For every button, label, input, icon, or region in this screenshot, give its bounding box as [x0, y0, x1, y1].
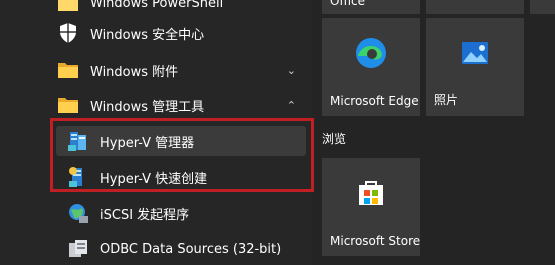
tile-edge-partial[interactable] [530, 0, 555, 14]
photos-icon [460, 38, 490, 72]
app-item-label: Hyper-V 快速创建 [100, 171, 208, 187]
app-item-label: ODBC Data Sources (32-bit) [100, 241, 282, 257]
chevron-down-icon[interactable]: ⌄ [287, 64, 296, 77]
app-item-windows-accessories[interactable]: Windows 附件 ⌄ [56, 55, 306, 85]
app-item-odbc-data-sources[interactable]: ODBC Data Sources (32-bit) [56, 234, 306, 264]
chevron-up-icon[interactable]: ⌃ [287, 99, 296, 112]
app-item-label: Windows 管理工具 [90, 99, 205, 115]
folder-icon [56, 0, 80, 15]
tile-label: Microsoft Edge [330, 94, 419, 108]
app-item-iscsi-initiator[interactable]: iSCSI 发起程序 [56, 198, 306, 228]
shield-icon [56, 21, 80, 45]
hyper-v-manager-icon [66, 129, 90, 153]
tile-microsoft-store[interactable]: Microsoft Store [322, 158, 420, 256]
app-item-hyper-v-quick-create[interactable]: Hyper-V 快速创建 [56, 162, 306, 192]
tile-group-label: 浏览 [322, 132, 347, 146]
tile-label: Microsoft Store [330, 234, 421, 248]
tile-photos[interactable]: 照片 [426, 18, 524, 116]
app-item-label: Hyper-V 管理器 [100, 135, 195, 151]
tile-office[interactable]: Office [322, 0, 420, 14]
tile-label: 照片 [434, 93, 459, 107]
app-item-windows-admin-tools[interactable]: Windows 管理工具 ⌃ [56, 90, 306, 120]
globe-icon [66, 201, 90, 225]
edge-icon [354, 36, 388, 74]
folder-icon [56, 93, 80, 117]
store-icon [355, 177, 387, 213]
tile-microsoft-edge[interactable]: Microsoft Edge [322, 18, 420, 116]
app-item-label: Windows 附件 [90, 64, 179, 80]
folder-icon [56, 58, 80, 82]
app-item-hyper-v-manager[interactable]: Hyper-V 管理器 [56, 126, 306, 156]
app-item-windows-security[interactable]: Windows 安全中心 [56, 18, 306, 48]
app-item-label: iSCSI 发起程序 [100, 207, 190, 223]
app-item-label: Windows 安全中心 [90, 27, 205, 43]
tile-label: Office [330, 0, 366, 8]
app-item-windows-powershell[interactable]: Windows PowerShell [56, 0, 306, 18]
app-item-label: Windows PowerShell [90, 0, 224, 11]
database-icon [66, 237, 90, 261]
hyper-v-quick-create-icon [66, 165, 90, 189]
tile-top-right[interactable] [426, 0, 524, 14]
app-list: Windows PowerShell Windows 安全中心 Windows … [0, 0, 314, 265]
